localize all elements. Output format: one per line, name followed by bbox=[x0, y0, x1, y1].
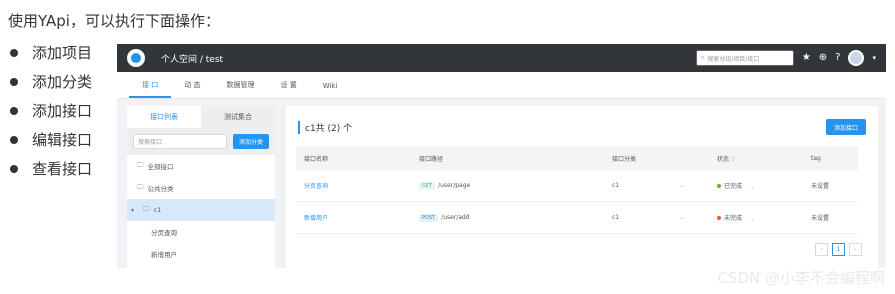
table-header: 接口名称 接口路径 接口分类 状态 ▽ tag bbox=[296, 146, 858, 170]
interface-table: 接口名称 接口路径 接口分类 状态 ▽ tag 分页查询 GET/user/pa… bbox=[296, 146, 858, 234]
bullet-icon bbox=[10, 106, 18, 115]
tag-cell: 未设置 bbox=[811, 183, 830, 190]
category-select[interactable]: c1 ⌄ bbox=[604, 214, 709, 221]
interface-panel: c1共 (2) 个 添加接口 接口名称 接口路径 接口分类 状态 ▽ tag 分… bbox=[286, 106, 878, 268]
column-header-status[interactable]: 状态 ▽ bbox=[709, 154, 803, 163]
status-select[interactable]: 未完成 ⌄ bbox=[709, 213, 803, 222]
caret-down-icon[interactable]: ▾ bbox=[131, 207, 139, 214]
prev-page-button[interactable]: ‹ bbox=[815, 243, 828, 256]
folder-icon: 🗀 bbox=[137, 160, 144, 169]
tab-activity[interactable]: 动 态 bbox=[171, 80, 213, 98]
method-badge: POST bbox=[419, 213, 439, 222]
tag-cell: 未设置 bbox=[811, 215, 830, 222]
folder-icon: 🗀 bbox=[143, 204, 150, 213]
interface-sidebar: 接口列表 测试集合 搜索接口 添加分类 🗀 全部接口 🗀 公共分类 ▾ 🗀 c1 分页查… bbox=[127, 106, 275, 268]
breadcrumb[interactable]: 个人空间 / test bbox=[161, 52, 223, 65]
status-select[interactable]: 已完成 ⌄ bbox=[709, 181, 803, 190]
global-search-input[interactable]: ⌕ 搜索分组/项目/接口 bbox=[695, 50, 794, 66]
list-item: 查看接口 bbox=[8, 154, 92, 183]
tab-interface-list[interactable]: 接口列表 bbox=[127, 106, 201, 128]
page-heading: 使用YApi，可以执行下面操作： bbox=[8, 12, 220, 30]
chevron-down-icon[interactable]: ▾ bbox=[872, 54, 876, 62]
sidebar-item-public[interactable]: 🗀 公共分类 bbox=[127, 177, 275, 199]
help-icon[interactable]: ? bbox=[835, 53, 840, 63]
status-dot-icon bbox=[717, 216, 721, 220]
column-header: 接口路径 bbox=[419, 155, 444, 163]
operation-list: 添加项目 添加分类 添加接口 编辑接口 查看接口 bbox=[8, 38, 92, 183]
sidebar-item-add-user[interactable]: 新增用户 bbox=[127, 243, 275, 265]
add-category-button[interactable]: 添加分类 bbox=[232, 134, 269, 149]
search-icon: ⌕ bbox=[700, 54, 705, 61]
chevron-down-icon: ⌄ bbox=[679, 182, 685, 189]
filter-icon[interactable]: ▽ bbox=[731, 156, 736, 163]
tab-wiki[interactable]: Wiki bbox=[310, 82, 351, 98]
category-select[interactable]: c1 ⌄ bbox=[604, 182, 709, 189]
yapi-logo-icon[interactable] bbox=[127, 49, 145, 67]
tab-data[interactable]: 数据管理 bbox=[213, 80, 267, 98]
list-item: 添加项目 bbox=[8, 38, 92, 67]
column-header: tag bbox=[811, 154, 821, 162]
add-interface-button[interactable]: 添加接口 bbox=[825, 119, 866, 135]
column-header: 接口分类 bbox=[612, 155, 637, 163]
interface-search-input[interactable]: 搜索接口 bbox=[133, 134, 227, 149]
chevron-down-icon: ⌄ bbox=[750, 183, 756, 190]
column-header: 接口名称 bbox=[304, 155, 329, 163]
tab-test-collection[interactable]: 测试集合 bbox=[201, 106, 275, 128]
status-dot-icon bbox=[717, 184, 721, 188]
table-row: 分页查询 GET/user/page c1 ⌄ 已完成 ⌄ 未设置 bbox=[296, 170, 858, 202]
method-badge: GET bbox=[419, 181, 436, 190]
list-item: 添加分类 bbox=[8, 67, 92, 96]
add-circle-icon[interactable]: ⊕ bbox=[819, 53, 827, 63]
top-bar: 个人空间 / test ⌕ 搜索分组/项目/接口 ★ ⊕ ? ▾ bbox=[117, 44, 886, 72]
bullet-icon bbox=[10, 48, 18, 57]
table-row: 新增用户 POST/user/add c1 ⌄ 未完成 ⌄ 未设置 bbox=[296, 202, 858, 234]
tab-interface[interactable]: 接 口 bbox=[129, 80, 172, 98]
list-item: 编辑接口 bbox=[8, 125, 92, 154]
list-item: 添加接口 bbox=[8, 96, 92, 125]
yapi-window: 个人空间 / test ⌕ 搜索分组/项目/接口 ★ ⊕ ? ▾ 接 口 动 态… bbox=[117, 44, 886, 268]
panel-title: c1共 (2) 个 bbox=[298, 120, 352, 134]
sidebar-item-page-query[interactable]: 分页查询 bbox=[127, 221, 275, 243]
folder-icon: 🗀 bbox=[137, 182, 144, 191]
pagination: ‹ 1 › bbox=[815, 243, 862, 256]
chevron-down-icon: ⌄ bbox=[750, 215, 756, 222]
interface-name-link[interactable]: 分页查询 bbox=[296, 181, 411, 190]
bullet-icon bbox=[10, 135, 18, 144]
interface-name-link[interactable]: 新增用户 bbox=[296, 213, 411, 222]
page-button[interactable]: 1 bbox=[832, 243, 845, 256]
project-tabs: 接 口 动 态 数据管理 设 置 Wiki bbox=[117, 72, 886, 99]
star-icon[interactable]: ★ bbox=[802, 53, 811, 63]
interface-path: /user/page bbox=[438, 181, 471, 189]
bullet-icon bbox=[10, 77, 18, 86]
sidebar-item-c1[interactable]: ▾ 🗀 c1 bbox=[127, 199, 275, 221]
bullet-icon bbox=[10, 164, 18, 173]
next-page-button[interactable]: › bbox=[849, 243, 862, 256]
sidebar-item-all[interactable]: 🗀 全部接口 bbox=[127, 155, 275, 177]
watermark: CSDN @小李不会编程啊 bbox=[717, 269, 885, 287]
chevron-down-icon: ⌄ bbox=[679, 214, 685, 221]
interface-path: /user/add bbox=[441, 213, 470, 221]
tab-settings[interactable]: 设 置 bbox=[267, 80, 309, 98]
avatar[interactable] bbox=[848, 50, 865, 66]
